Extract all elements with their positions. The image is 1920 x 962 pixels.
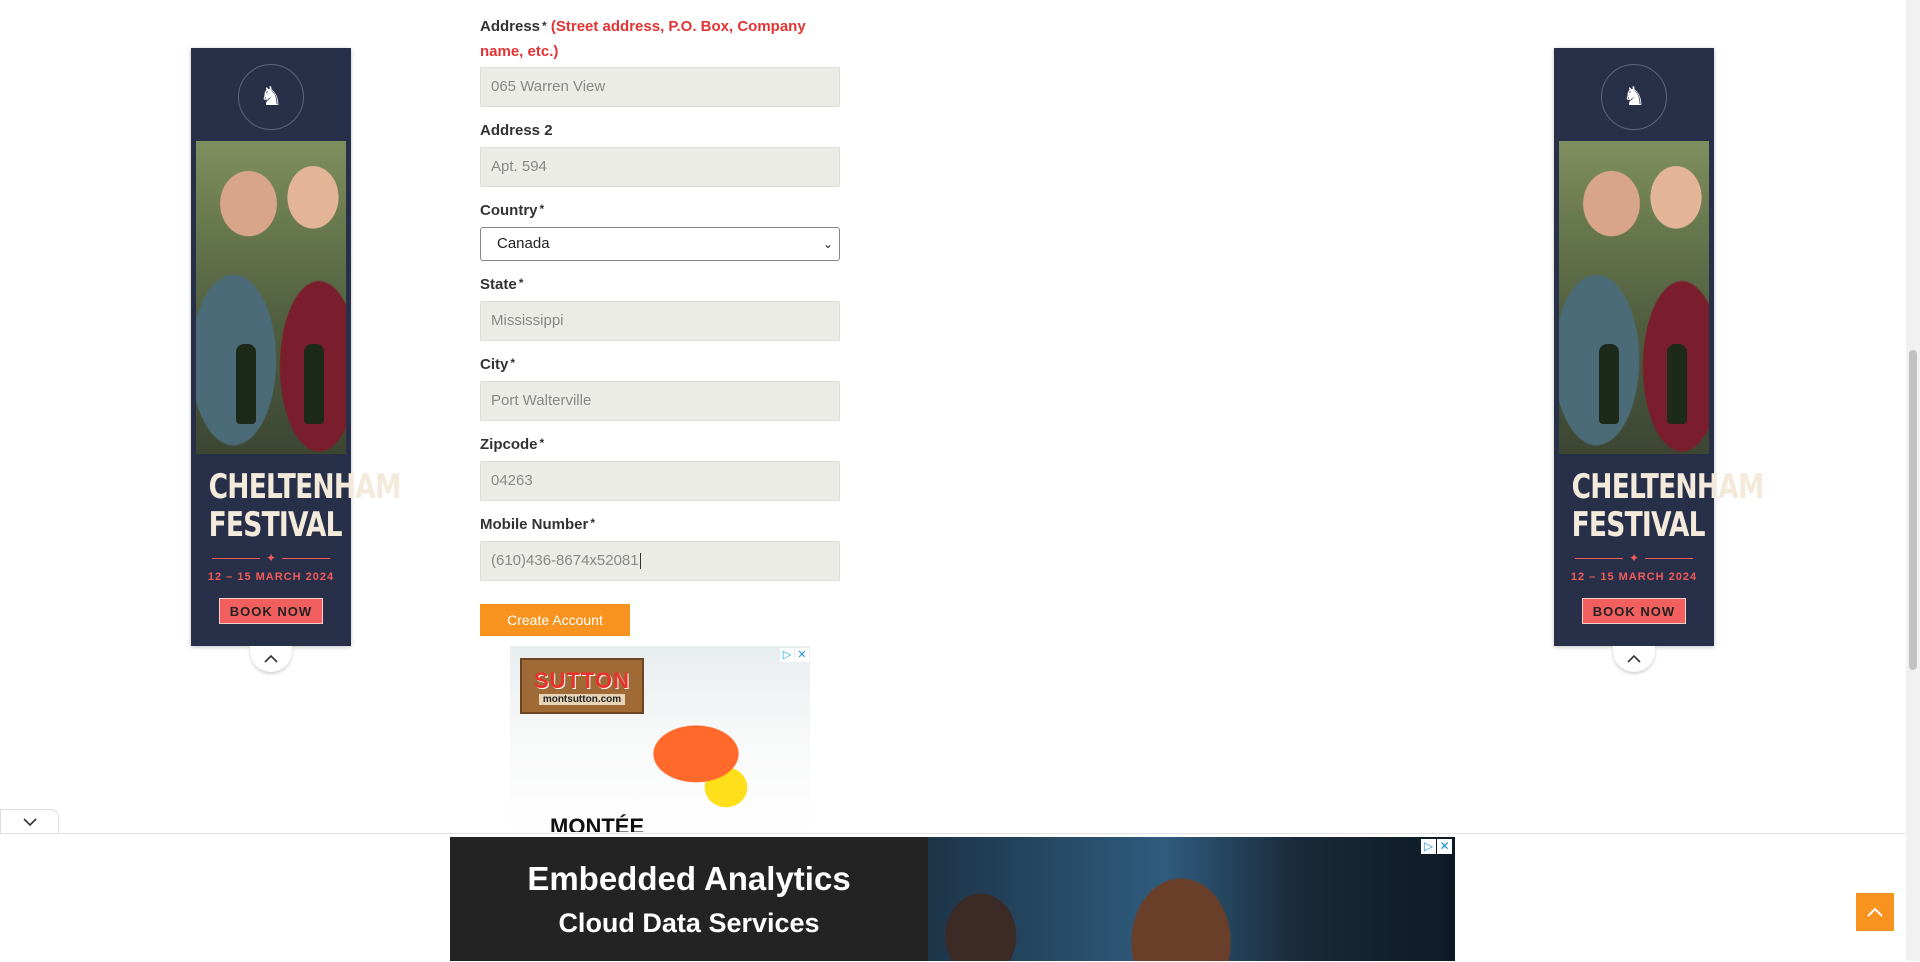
mobile-label: Mobile Number * [480,516,596,533]
horse-icon: ♞ [259,82,283,112]
state-input[interactable]: Mississippi [480,301,840,341]
zipcode-label: Zipcode * [480,436,545,453]
collapse-left-ad-button[interactable] [250,646,292,672]
country-select[interactable]: Canada ⌄ [480,227,840,261]
ad-dates: 12 – 15 MARCH 2024 [1570,571,1698,583]
ad-title: CHELTENHAM FESTIVAL [208,467,402,545]
ad-title: CHELTENHAM FESTIVAL [1571,467,1765,545]
address2-input[interactable]: Apt. 594 [480,147,840,187]
mobile-input[interactable]: (610)436-8674x52081 [480,541,840,581]
star-divider-icon: ✦ [1554,551,1714,565]
adchoices-icon[interactable]: ▷ [780,648,794,662]
address2-label: Address 2 [480,122,553,139]
ad-dates: 12 – 15 MARCH 2024 [207,571,335,583]
state-label: State * [480,276,524,293]
book-now-button[interactable]: BOOK NOW [1582,598,1686,624]
scrollbar-thumb[interactable] [1909,350,1917,670]
city-label: City * [480,356,516,373]
adchoices-icon[interactable]: ▷ [1421,839,1436,854]
star-divider-icon: ✦ [191,551,351,565]
bottom-ad-photo [928,837,1455,961]
horse-icon: ♞ [1622,82,1646,112]
collapse-bottom-ad-button[interactable] [0,809,59,834]
ad-photo [1559,141,1709,454]
right-side-ad[interactable]: ♞ CHELTENHAM FESTIVAL ✦ 12 – 15 MARCH 20… [1554,48,1765,646]
scroll-to-top-button[interactable] [1856,893,1894,931]
sutton-sign: SUTTON montsutton.com [520,658,644,714]
cheltenham-logo: ♞ [1601,64,1667,130]
chevron-down-icon: ⌄ [822,237,833,251]
zipcode-input[interactable]: 04263 [480,461,840,501]
bottom-ad-banner[interactable]: Embedded Analytics Cloud Data Services ▷… [450,837,1455,961]
page-scrollbar[interactable] [1906,0,1920,961]
bottom-ad-text: Embedded Analytics Cloud Data Services [527,859,851,938]
text-caret [639,553,641,570]
chevron-up-icon [1627,654,1641,663]
ad-photo [196,141,346,454]
cheltenham-logo: ♞ [238,64,304,130]
create-account-button[interactable]: Create Account [480,604,630,636]
address-label: Address * (Street address, P.O. Box, Comp… [480,18,806,60]
inline-ad-banner[interactable]: SUTTON montsutton.com MONTÉE ▷ ✕ [510,646,810,832]
country-label: Country * [480,202,545,219]
collapse-right-ad-button[interactable] [1613,646,1655,672]
close-icon[interactable]: ✕ [795,648,809,662]
left-side-ad[interactable]: ♞ CHELTENHAM FESTIVAL ✦ 12 – 15 MARCH 20… [191,48,402,646]
book-now-button[interactable]: BOOK NOW [219,598,323,624]
ad-bottom-text: MONTÉE [550,814,645,832]
city-input[interactable]: Port Walterville [480,381,840,421]
chevron-up-icon [264,654,278,663]
chevron-down-icon [22,818,37,827]
close-icon[interactable]: ✕ [1437,839,1452,854]
address-input[interactable]: 065 Warren View [480,67,840,107]
arrow-up-icon [1867,907,1883,917]
